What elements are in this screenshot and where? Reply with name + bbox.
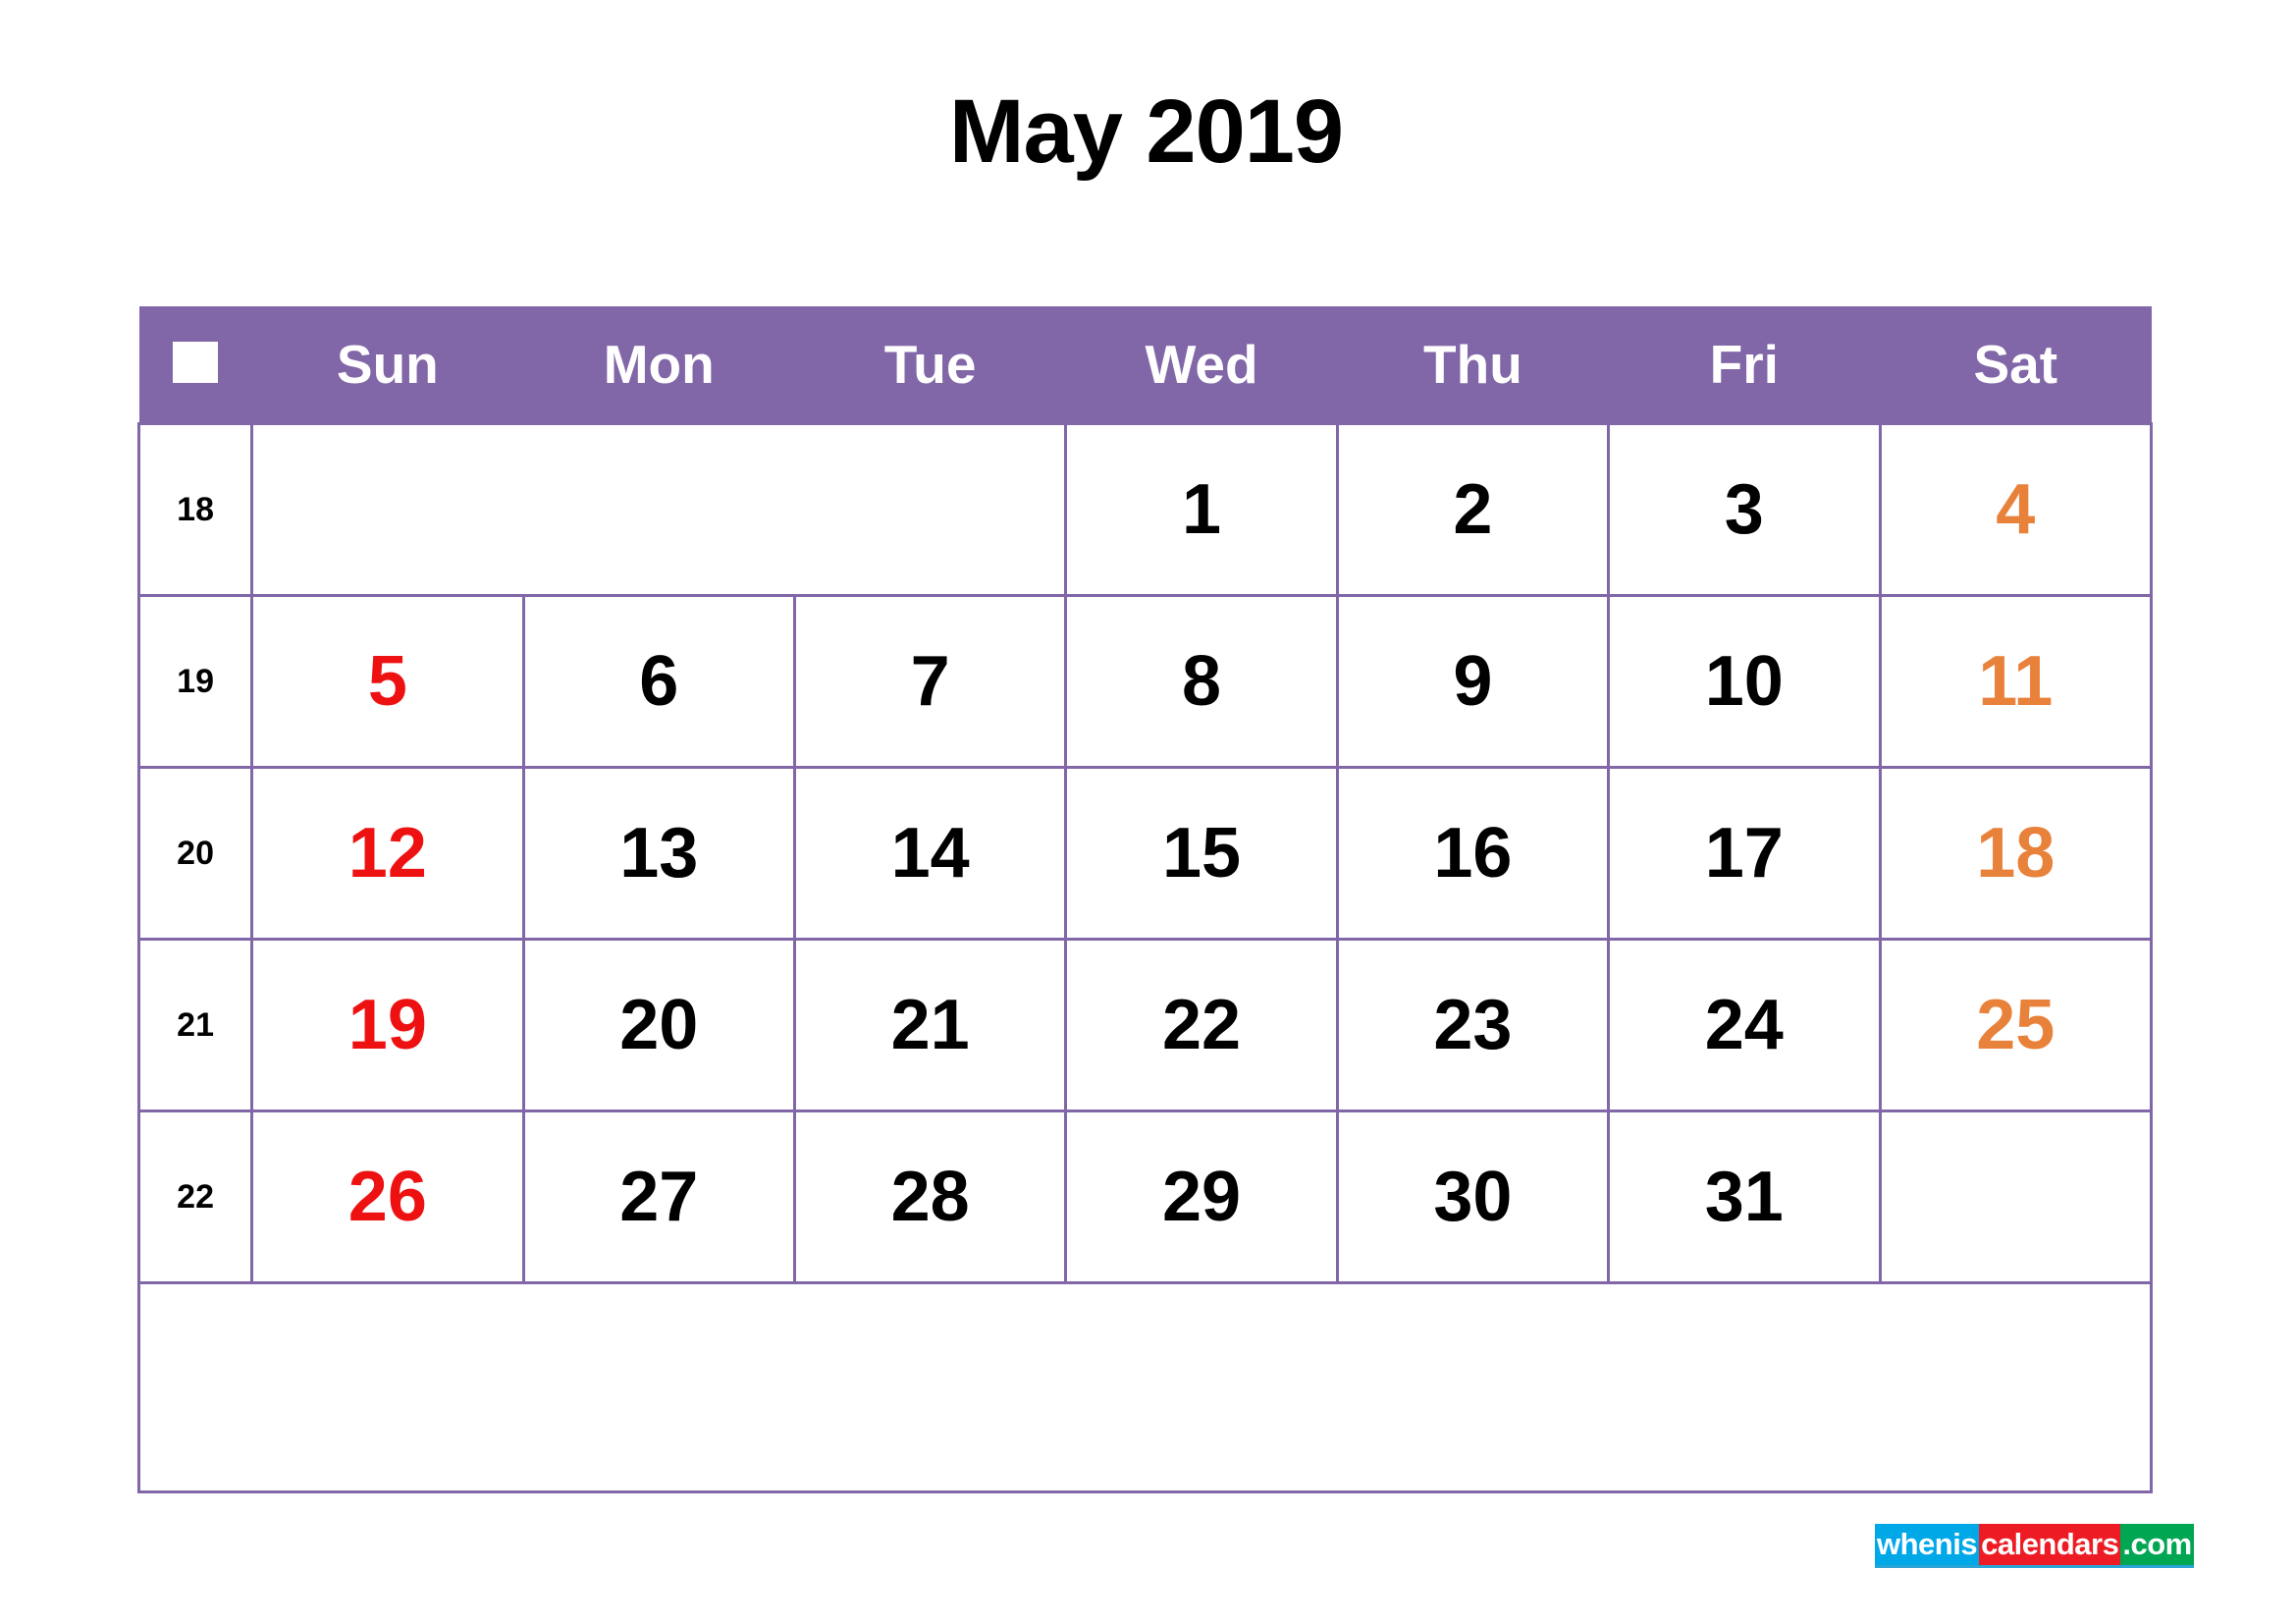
day-cell-mon[interactable]: 6 xyxy=(521,594,796,769)
day-cell-thu[interactable]: 16 xyxy=(1335,766,1611,941)
day-cell-mon[interactable]: 27 xyxy=(521,1110,796,1284)
day-cell-wed[interactable]: 1 xyxy=(1064,422,1339,597)
day-cell-mon[interactable]: 20 xyxy=(521,938,796,1112)
day-cell-thu[interactable]: 9 xyxy=(1335,594,1611,769)
week-number-cell: 18 xyxy=(136,422,254,597)
site-logo[interactable]: whenis calendars .com xyxy=(1875,1524,2194,1568)
day-cell-sat[interactable]: 25 xyxy=(1878,938,2153,1112)
day-cell-mon[interactable]: 13 xyxy=(521,766,796,941)
day-cell-fri[interactable]: 31 xyxy=(1607,1110,1882,1284)
day-cell-wed[interactable]: 15 xyxy=(1064,766,1339,941)
week-number-cell: 22 xyxy=(136,1110,254,1284)
calendar-table: Sun Mon Tue Wed Thu Fri Sat 18 1 2 3 4 1… xyxy=(136,306,2153,1493)
header-day-mon: Mon xyxy=(523,306,795,424)
logo-part-calendars: calendars xyxy=(1979,1524,2121,1565)
logo-part-whenis: whenis xyxy=(1875,1524,1980,1565)
day-cell-fri[interactable]: 3 xyxy=(1607,422,1882,597)
day-cell-fri[interactable]: 10 xyxy=(1607,594,1882,769)
day-cell-thu[interactable]: 23 xyxy=(1335,938,1611,1112)
day-cell-wed[interactable]: 8 xyxy=(1064,594,1339,769)
day-cell-empty[interactable] xyxy=(1878,1110,2153,1283)
week-number-header xyxy=(138,306,252,424)
calendar-header-row: Sun Mon Tue Wed Thu Fri Sat xyxy=(138,306,2152,424)
month-year-label: May 2019 xyxy=(948,81,1344,182)
day-cell-sun[interactable]: 12 xyxy=(250,766,525,941)
header-day-wed: Wed xyxy=(1065,306,1338,424)
day-cell-thu[interactable]: 2 xyxy=(1335,422,1611,597)
week-number-cell: 21 xyxy=(136,938,254,1112)
header-day-sun: Sun xyxy=(251,306,524,424)
day-cell-fri[interactable]: 24 xyxy=(1607,938,1882,1112)
day-cell-tue[interactable]: 28 xyxy=(792,1110,1068,1284)
table-row: 20 12 13 14 15 16 17 18 xyxy=(136,766,2153,941)
day-cell-wed[interactable]: 29 xyxy=(1064,1110,1339,1284)
day-cell-wed[interactable]: 22 xyxy=(1064,938,1339,1112)
day-cell-tue[interactable]: 14 xyxy=(792,766,1068,941)
table-row: 19 5 6 7 8 9 10 11 xyxy=(136,594,2153,769)
header-day-tue: Tue xyxy=(794,306,1066,424)
white-square-icon xyxy=(173,342,219,383)
day-cell-sun[interactable]: 26 xyxy=(250,1110,525,1284)
table-row: 21 19 20 21 22 23 24 25 xyxy=(136,938,2153,1112)
day-cell-fri[interactable]: 17 xyxy=(1607,766,1882,941)
day-cell-sun[interactable]: 19 xyxy=(250,938,525,1112)
table-row: 22 26 27 28 29 30 31 xyxy=(136,1110,2153,1284)
day-cell-tue[interactable]: 21 xyxy=(792,938,1068,1112)
notes-row xyxy=(137,1281,2153,1493)
notes-area[interactable] xyxy=(137,1281,2153,1493)
day-cell-thu[interactable]: 30 xyxy=(1335,1110,1611,1284)
day-cell-sat[interactable]: 4 xyxy=(1878,422,2153,597)
day-cell-sat[interactable]: 11 xyxy=(1878,594,2153,769)
table-row: 18 1 2 3 4 xyxy=(136,422,2153,597)
logo-part-domain: .com xyxy=(2120,1524,2194,1565)
day-cell-tue[interactable]: 7 xyxy=(792,594,1068,769)
header-day-thu: Thu xyxy=(1337,306,1609,424)
week-number-cell: 20 xyxy=(136,766,254,941)
page-title: May 2019 xyxy=(0,86,2296,177)
week-number-cell: 19 xyxy=(136,594,254,769)
header-day-fri: Fri xyxy=(1608,306,1880,424)
header-day-sat: Sat xyxy=(1880,306,2152,424)
day-cell-empty[interactable] xyxy=(250,422,1068,597)
day-cell-sat[interactable]: 18 xyxy=(1878,766,2153,941)
day-cell-sun[interactable]: 5 xyxy=(250,594,525,769)
